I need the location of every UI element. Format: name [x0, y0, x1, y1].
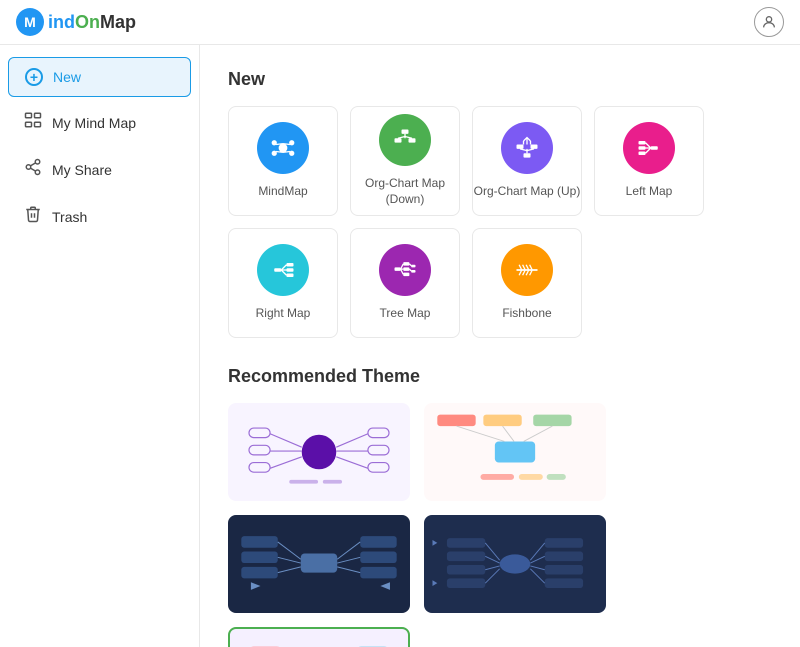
trash-icon	[24, 205, 42, 228]
map-card-tree-map[interactable]: Tree Map	[350, 228, 460, 338]
sidebar-item-new[interactable]: + New	[8, 57, 191, 97]
sidebar-item-my-share[interactable]: My Share	[8, 148, 191, 191]
fishbone-icon	[501, 244, 553, 296]
logo-text: indOnMap	[48, 12, 136, 33]
tree-map-icon	[379, 244, 431, 296]
theme-grid	[228, 403, 772, 647]
map-card-org-chart-up[interactable]: Org-Chart Map (Up)	[472, 106, 582, 216]
left-map-label: Left Map	[626, 184, 673, 200]
left-map-icon	[623, 122, 675, 174]
my-mind-map-icon	[24, 111, 42, 134]
theme-card-3[interactable]	[228, 515, 410, 613]
logo-icon: M	[16, 8, 44, 36]
header: M indOnMap	[0, 0, 800, 45]
theme-card-5[interactable]	[228, 627, 410, 647]
theme-card-1[interactable]	[228, 403, 410, 501]
user-avatar-button[interactable]	[754, 7, 784, 37]
tree-map-label: Tree Map	[380, 306, 431, 322]
fishbone-label: Fishbone	[502, 306, 551, 322]
sidebar-item-trash[interactable]: Trash	[8, 195, 191, 238]
right-map-icon	[257, 244, 309, 296]
map-card-mindmap[interactable]: MindMap	[228, 106, 338, 216]
mindmap-icon	[257, 122, 309, 174]
map-card-fishbone[interactable]: Fishbone	[472, 228, 582, 338]
sidebar-item-my-mind-map[interactable]: My Mind Map	[8, 101, 191, 144]
content-area: New MindMap	[200, 45, 800, 647]
sidebar-new-label: New	[53, 69, 81, 85]
mindmap-label: MindMap	[258, 184, 307, 200]
org-chart-up-icon	[501, 122, 553, 174]
sidebar-my-mind-map-label: My Mind Map	[52, 115, 136, 131]
sidebar: + New My Mind Map	[0, 45, 200, 647]
plus-icon: +	[25, 68, 43, 86]
map-card-left-map[interactable]: Left Map	[594, 106, 704, 216]
main-layout: + New My Mind Map	[0, 45, 800, 647]
org-chart-down-label: Org-Chart Map(Down)	[365, 176, 445, 207]
org-chart-down-icon	[379, 114, 431, 166]
map-card-right-map[interactable]: Right Map	[228, 228, 338, 338]
theme-card-2[interactable]	[424, 403, 606, 501]
my-share-icon	[24, 158, 42, 181]
map-card-org-chart-down[interactable]: Org-Chart Map(Down)	[350, 106, 460, 216]
org-chart-up-label: Org-Chart Map (Up)	[474, 184, 581, 200]
recommended-theme-title: Recommended Theme	[228, 366, 772, 387]
sidebar-my-share-label: My Share	[52, 162, 112, 178]
theme-card-4[interactable]	[424, 515, 606, 613]
logo: M indOnMap	[16, 8, 136, 36]
map-type-grid: MindMap Org-Chart Map(Down)	[228, 106, 772, 338]
sidebar-trash-label: Trash	[52, 209, 87, 225]
new-section-title: New	[228, 69, 772, 90]
right-map-label: Right Map	[256, 306, 311, 322]
